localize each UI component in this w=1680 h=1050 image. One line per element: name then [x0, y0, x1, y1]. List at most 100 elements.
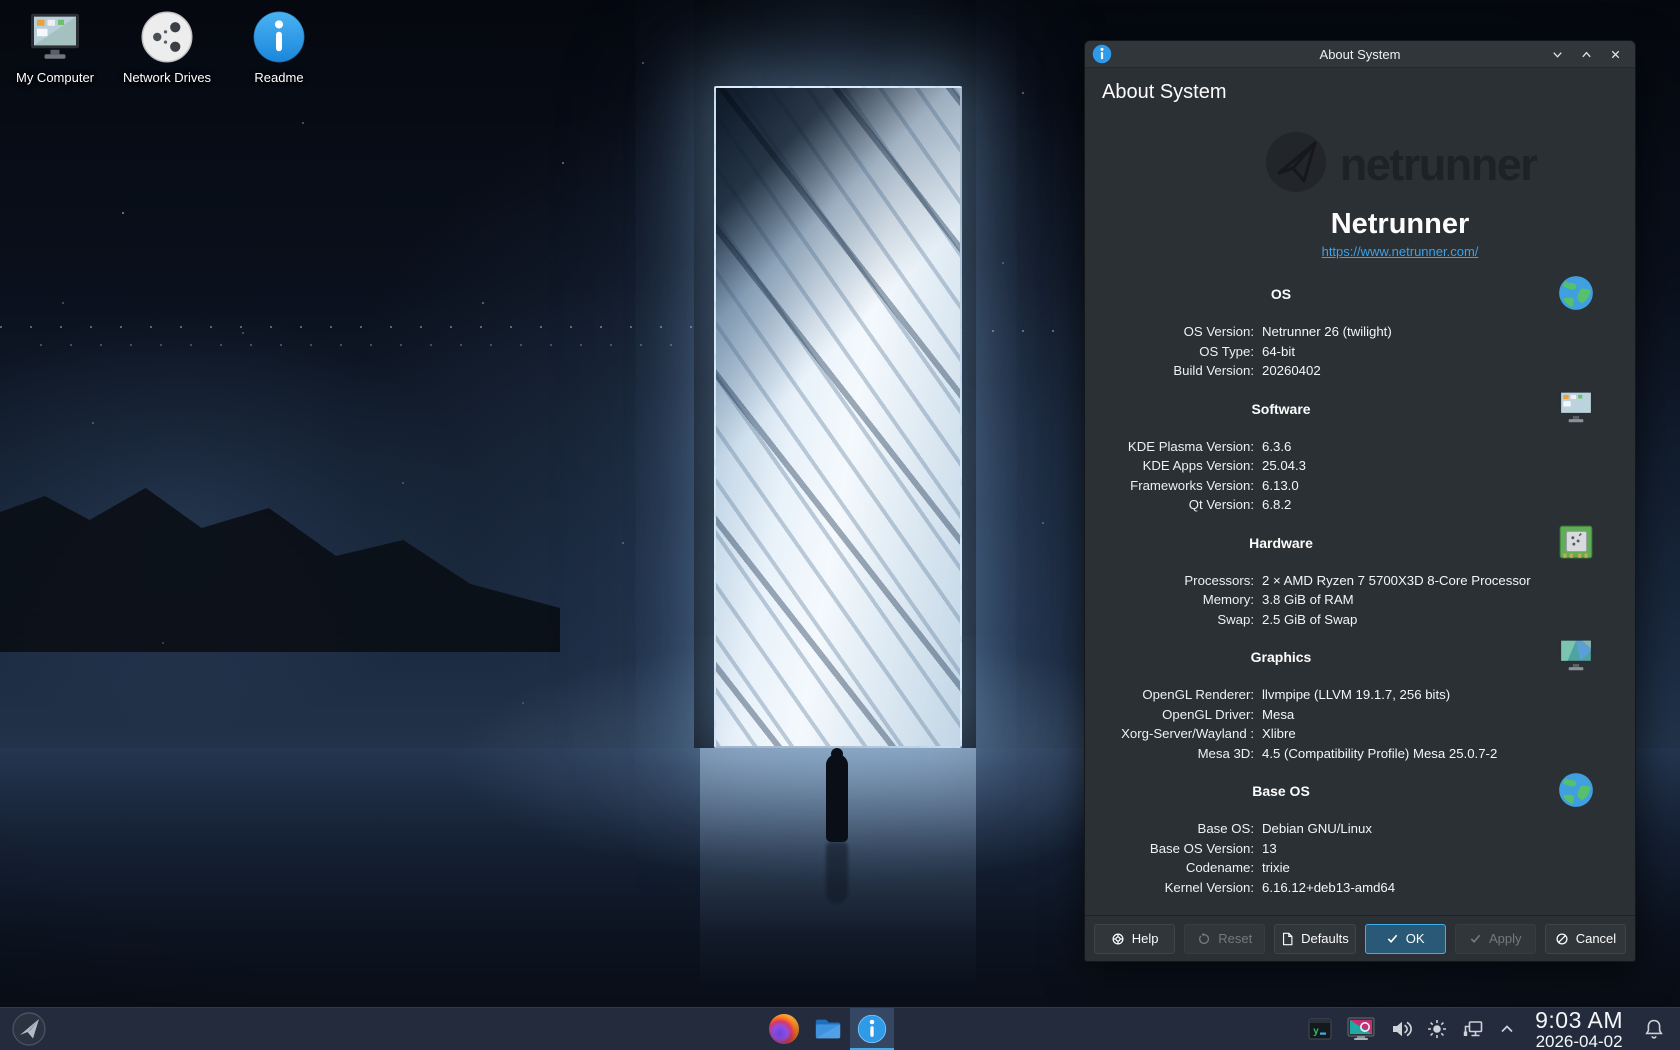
field-label: Memory: [1085, 590, 1254, 610]
desktop-icon-my-computer[interactable]: My Computer [0, 10, 110, 85]
section-title: Hardware [1085, 535, 1477, 552]
clock-date: 2026-04-02 [1536, 1033, 1623, 1050]
field-label: OpenGL Driver: [1085, 705, 1254, 725]
field-label: Kernel Version: [1085, 878, 1254, 898]
field-label: Base OS: [1085, 819, 1254, 839]
netrunner-launcher-icon [11, 1011, 47, 1047]
cancel-icon [1555, 932, 1569, 946]
field-value: 6.3.6 [1262, 437, 1291, 457]
dialog-button-bar: Help Reset Defaults OK [1085, 915, 1635, 961]
maximize-button[interactable] [1579, 47, 1593, 61]
desktop: My Computer Network Drives [0, 0, 1680, 1050]
firefox-icon [769, 1014, 799, 1044]
info-section: Software KDE Plasma Version:6.3.6KDE App… [1085, 401, 1635, 515]
desktop-icon-readme[interactable]: Readme [224, 10, 334, 85]
page-title: About System [1085, 68, 1635, 104]
info-section: Graphics OpenGL Renderer:llvmpipe (LLVM … [1085, 649, 1635, 763]
info-icon [857, 1014, 887, 1044]
field-label: OS Version: [1085, 322, 1254, 342]
netrunner-logo-icon [1264, 130, 1328, 199]
brightness-icon[interactable] [1426, 1018, 1448, 1040]
field-value: 64-bit [1262, 342, 1295, 362]
desktop-icon-label: Readme [254, 70, 303, 85]
field-value: Netrunner 26 (twilight) [1262, 322, 1392, 342]
field-value: 4.5 (Compatibility Profile) Mesa 25.0.7-… [1262, 744, 1497, 764]
ok-button[interactable]: OK [1365, 924, 1446, 954]
file-manager-icon [813, 1014, 843, 1044]
distro-url-link[interactable]: https://www.netrunner.com/ [1322, 244, 1479, 259]
field-label: Xorg-Server/Wayland : [1085, 724, 1254, 744]
task-file-manager[interactable] [806, 1008, 850, 1050]
task-about-system[interactable] [850, 1008, 894, 1050]
window-titlebar[interactable]: About System [1085, 41, 1635, 68]
field-label: KDE Plasma Version: [1085, 437, 1254, 457]
field-value: 6.13.0 [1262, 476, 1299, 496]
field-label: OpenGL Renderer: [1085, 685, 1254, 705]
task-manager [762, 1008, 894, 1050]
section-title: Software [1085, 401, 1477, 418]
monitor-icon [1557, 637, 1595, 675]
desktop-icon [1557, 389, 1595, 427]
distro-name: Netrunner [1125, 208, 1675, 241]
info-section: OS OS Version:Netrunner 26 (twilight)OS … [1085, 286, 1635, 381]
info-icon [1092, 44, 1112, 64]
globe-icon [1557, 274, 1595, 312]
field-value: Debian GNU/Linux [1262, 819, 1372, 839]
brand-header: netrunner Netrunner https://www.netrunne… [1125, 130, 1675, 259]
application-launcher-button[interactable] [11, 1011, 47, 1047]
help-icon [1111, 932, 1125, 946]
minimize-button[interactable] [1550, 47, 1564, 61]
check-icon [1469, 932, 1482, 945]
desktop-icon-label: Network Drives [123, 70, 211, 85]
section-title: OS [1085, 286, 1477, 303]
desktop-icon-network-drives[interactable]: Network Drives [112, 10, 222, 85]
field-value: 2.5 GiB of Swap [1262, 610, 1357, 630]
section-title: Base OS [1085, 783, 1477, 800]
task-firefox[interactable] [762, 1008, 806, 1050]
network-drives-icon [140, 10, 194, 64]
field-label: Base OS Version: [1085, 839, 1254, 859]
about-system-window: About System About Syste [1084, 40, 1636, 962]
network-icon[interactable] [1461, 1017, 1485, 1041]
svg-text:y: y [1313, 1026, 1319, 1037]
desktop-icon-label: My Computer [16, 70, 94, 85]
defaults-button[interactable]: Defaults [1274, 924, 1355, 954]
field-value: 3.8 GiB of RAM [1262, 590, 1354, 610]
field-value: Mesa [1262, 705, 1294, 725]
field-value: Xlibre [1262, 724, 1296, 744]
volume-icon[interactable] [1389, 1017, 1413, 1041]
bell-icon[interactable] [1642, 1017, 1666, 1041]
chevron-up-icon[interactable] [1498, 1020, 1516, 1038]
info-icon [252, 10, 306, 64]
clock-time: 9:03 AM [1535, 1009, 1623, 1032]
info-section: Hardware Processors: 2 × AMD Ryzen 7 5700… [1085, 535, 1635, 630]
field-value: 25.04.3 [1262, 456, 1306, 476]
computer-icon [28, 10, 82, 64]
field-label: Codename: [1085, 858, 1254, 878]
netrunner-wordmark: netrunner [1340, 139, 1537, 191]
field-label: Processors: [1085, 571, 1254, 591]
reset-icon [1197, 932, 1211, 946]
terminal-icon[interactable]: y [1307, 1016, 1333, 1042]
digital-clock[interactable]: 9:03 AM 2026-04-02 [1535, 1009, 1623, 1050]
field-label: Frameworks Version: [1085, 476, 1254, 496]
field-value: trixie [1262, 858, 1290, 878]
cancel-button[interactable]: Cancel [1545, 924, 1626, 954]
field-label: Build Version: [1085, 361, 1254, 381]
field-value: 20260402 [1262, 361, 1321, 381]
info-section: Base OS Base OS: Debian GNU/Linux Base OS … [1085, 783, 1635, 897]
taskbar: y [0, 1007, 1680, 1050]
field-value: 2 × AMD Ryzen 7 5700X3D 8-Core Processor [1262, 571, 1531, 591]
apply-button[interactable]: Apply [1455, 924, 1536, 954]
globe-icon [1557, 771, 1595, 809]
help-button[interactable]: Help [1094, 924, 1175, 954]
field-value: 13 [1262, 839, 1277, 859]
screenshot-icon[interactable] [1346, 1016, 1376, 1042]
section-title: Graphics [1085, 649, 1477, 666]
field-label: Qt Version: [1085, 495, 1254, 515]
field-label: Mesa 3D: [1085, 744, 1254, 764]
check-icon [1386, 932, 1399, 945]
close-button[interactable] [1608, 47, 1622, 61]
chip-icon [1557, 523, 1595, 561]
reset-button[interactable]: Reset [1184, 924, 1265, 954]
